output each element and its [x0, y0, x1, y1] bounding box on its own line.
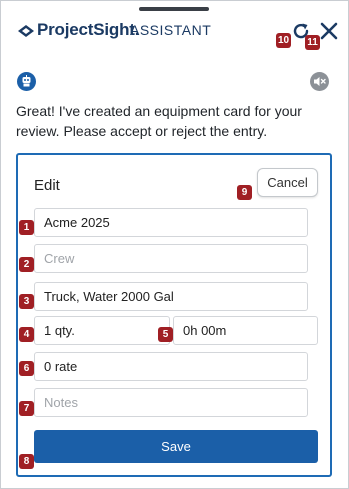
annotation-badge: 7: [19, 401, 34, 416]
assistant-message: Great! I've created an equipment card fo…: [16, 103, 302, 139]
mute-button[interactable]: [310, 72, 329, 91]
speaker-mute-icon: [314, 77, 326, 86]
annotation-badge: 8: [19, 454, 34, 469]
annotation-badge: 4: [19, 327, 34, 342]
crew-field[interactable]: Crew: [34, 244, 308, 273]
cancel-button[interactable]: Cancel: [257, 168, 318, 197]
description-field[interactable]: Truck, Water 2000 Gal: [34, 282, 308, 311]
close-icon: [320, 22, 338, 40]
quantity-field[interactable]: 1 qty.: [34, 316, 170, 345]
projectsight-logo-icon: [18, 25, 34, 37]
annotation-badge: 10: [276, 33, 291, 48]
rate-field[interactable]: 0 rate: [34, 352, 308, 381]
save-button[interactable]: Save: [34, 430, 318, 463]
brand-name: ProjectSight.: [37, 20, 140, 39]
equipment-card: Edit Cancel Acme 2025 Crew Truck, Water …: [16, 153, 332, 477]
header: ProjectSight. ASSISTANT: [0, 15, 349, 49]
close-button[interactable]: [318, 20, 340, 42]
drag-handle[interactable]: [139, 7, 209, 11]
card-title: Edit: [34, 177, 60, 194]
notes-field[interactable]: Notes: [34, 388, 308, 417]
annotation-badge: 1: [19, 220, 34, 235]
duration-field[interactable]: 0h 00m: [173, 316, 318, 345]
annotation-badge: 3: [19, 294, 34, 309]
annotation-badge: 11: [305, 35, 320, 50]
assistant-avatar: [17, 72, 36, 91]
brand-subtitle: ASSISTANT: [130, 22, 212, 38]
annotation-badge: 9: [237, 185, 252, 200]
annotation-badge: 5: [158, 327, 173, 342]
equipment-field[interactable]: Acme 2025: [34, 208, 308, 237]
annotation-badge: 6: [19, 361, 34, 376]
robot-icon: [22, 75, 31, 87]
annotation-badge: 2: [19, 257, 34, 272]
